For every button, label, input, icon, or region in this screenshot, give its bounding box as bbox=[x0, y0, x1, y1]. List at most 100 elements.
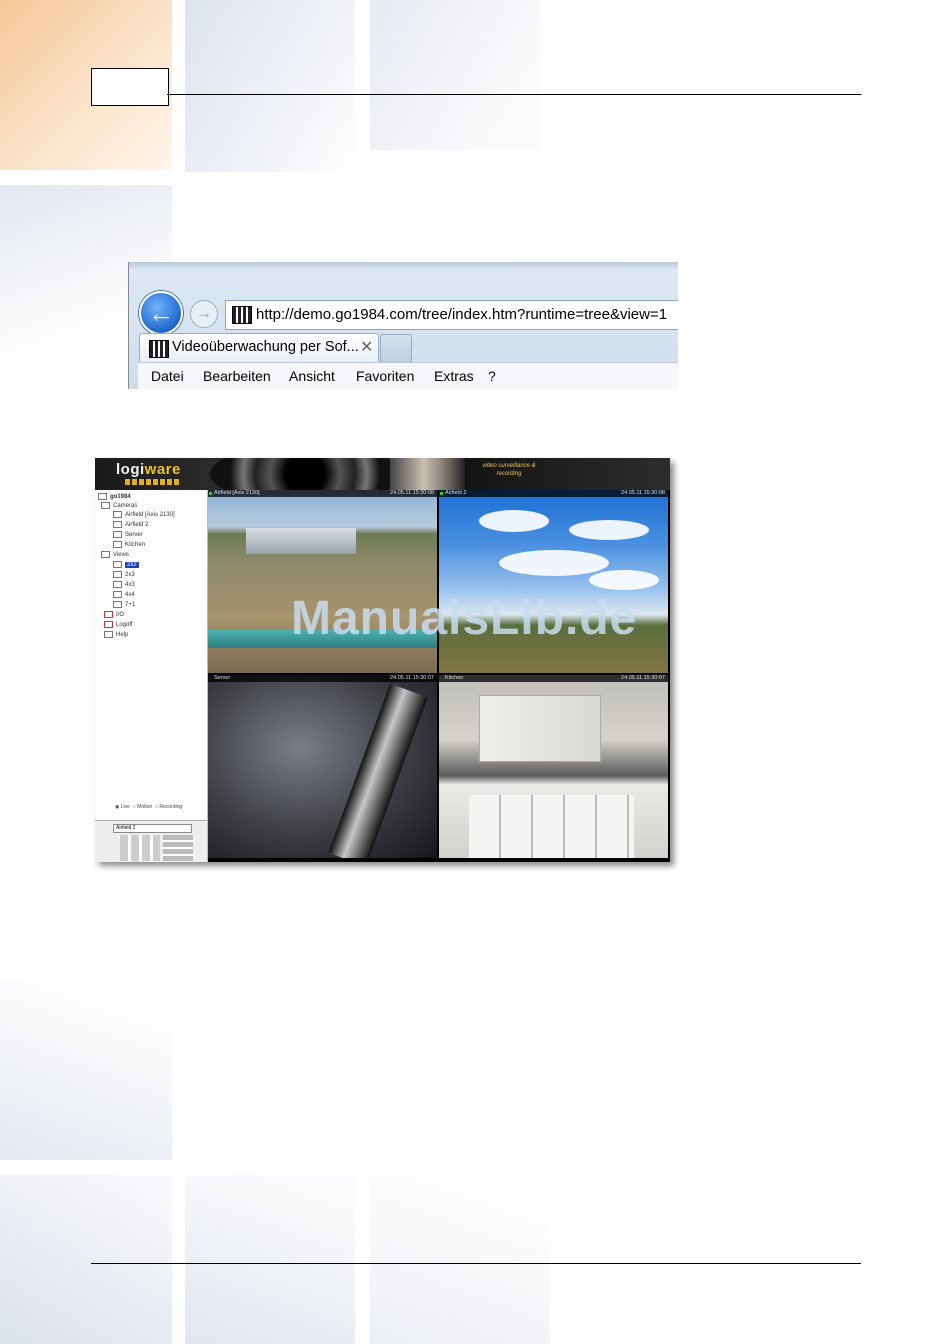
camera-timestamp: 24.05.11 15:30:08 bbox=[390, 490, 434, 496]
decor-block bbox=[0, 1175, 172, 1344]
camera-image bbox=[328, 683, 428, 858]
header-rule bbox=[167, 94, 861, 95]
decor-block bbox=[0, 980, 172, 1160]
app-header: logiware video surveillance & recording bbox=[95, 458, 670, 504]
cloud-image bbox=[499, 550, 609, 576]
ptz-direction-pad[interactable] bbox=[120, 835, 160, 861]
tree-help-item[interactable]: Help bbox=[104, 631, 128, 638]
tree-camera-item[interactable]: Airfield [Axis 2130] bbox=[113, 511, 175, 518]
back-button[interactable]: ← bbox=[139, 291, 183, 335]
tree-logoff-item[interactable]: Logoff bbox=[104, 621, 133, 628]
camera-image bbox=[246, 528, 356, 554]
io-icon bbox=[104, 611, 113, 618]
camera-icon bbox=[113, 521, 122, 528]
arrow-right-icon: → bbox=[196, 305, 212, 322]
page-number-box bbox=[91, 68, 169, 106]
camera-icon bbox=[113, 511, 122, 518]
tree-io-item[interactable]: I/O bbox=[104, 611, 124, 618]
decor-block bbox=[370, 0, 540, 150]
watermark-text: ManualsLib.de bbox=[291, 592, 638, 645]
live-indicator-icon bbox=[440, 492, 443, 495]
address-bar[interactable]: http://demo.go1984.com/tree/index.htm?ru… bbox=[225, 300, 678, 330]
tree-camera-item[interactable]: Server bbox=[113, 531, 143, 538]
browser-tab[interactable]: Videoüberwachung per Sof... ✕ bbox=[139, 333, 379, 362]
mode-radio-group: ◉ Live ○ Motion ○ Recording bbox=[115, 804, 182, 810]
tree-view-item[interactable]: 7+1 bbox=[113, 601, 135, 608]
ptz-panel: Airfield 2 bbox=[95, 820, 207, 862]
radio-recording[interactable]: ○ Recording bbox=[155, 804, 182, 810]
app-tagline: video surveillance & recording bbox=[482, 463, 536, 477]
radio-motion[interactable]: ○ Motion bbox=[133, 804, 152, 810]
tree-view-item[interactable]: 4x4 bbox=[113, 591, 135, 598]
ptz-preset-grid[interactable] bbox=[163, 835, 193, 861]
menu-item-datei[interactable]: Datei bbox=[151, 368, 184, 384]
camera-name: Airfield 2 bbox=[445, 490, 467, 496]
decor-block bbox=[185, 1175, 355, 1344]
camera-name: Kitchen bbox=[445, 675, 464, 681]
decor-block bbox=[370, 1175, 550, 1344]
browser-screenshot: ← → http://demo.go1984.com/tree/index.ht… bbox=[128, 262, 678, 389]
tree-cameras-group[interactable]: Cameras bbox=[101, 502, 137, 509]
cloud-image bbox=[569, 520, 649, 540]
camera-label-bar: Airfield 2 24.05.11 15:30:08 bbox=[439, 490, 668, 497]
cloud-image bbox=[589, 570, 659, 590]
footer-rule bbox=[91, 1263, 861, 1264]
camera-image bbox=[479, 695, 601, 762]
menu-item-bearbeiten[interactable]: Bearbeiten bbox=[203, 368, 271, 384]
camera-icon bbox=[113, 531, 122, 538]
menu-item-ansicht[interactable]: Ansicht bbox=[289, 368, 335, 384]
menu-item-favoriten[interactable]: Favoriten bbox=[356, 368, 414, 384]
logiware-logo: logiware bbox=[116, 461, 181, 478]
browser-titlebar bbox=[129, 262, 678, 270]
new-tab-button[interactable] bbox=[380, 334, 412, 362]
server-icon bbox=[98, 493, 107, 500]
camera-name: Server bbox=[214, 675, 231, 681]
grid-view-icon bbox=[113, 601, 122, 608]
grid-view-icon bbox=[113, 561, 122, 568]
film-clapper-icon bbox=[232, 306, 252, 324]
camera-group-icon bbox=[101, 502, 110, 509]
close-icon[interactable]: ✕ bbox=[360, 337, 373, 357]
cloud-image bbox=[479, 510, 549, 532]
tree-root[interactable]: go1984 bbox=[98, 493, 131, 500]
menu-bar: Datei Bearbeiten Ansicht Favoriten Extra… bbox=[138, 362, 678, 389]
camera-tile[interactable]: Kitchen 24.05.11 15:30:07 bbox=[439, 675, 668, 858]
camera-label-bar: Airfield [Axis 2130] 24.05.11 15:30:08 bbox=[208, 490, 437, 497]
tree-views-group[interactable]: Views bbox=[101, 551, 129, 558]
arrow-left-icon: ← bbox=[148, 298, 174, 328]
logoff-icon bbox=[104, 621, 113, 628]
ptz-camera-select[interactable]: Airfield 2 bbox=[113, 824, 192, 833]
tree-view-item[interactable]: 2x2 bbox=[113, 561, 139, 569]
camera-timestamp: 24.05.11 15:30:08 bbox=[621, 490, 665, 496]
radio-live[interactable]: ◉ Live bbox=[115, 804, 130, 810]
tab-title: Videoüberwachung per Sof... bbox=[172, 339, 359, 355]
camera-grid: Airfield [Axis 2130] 24.05.11 15:30:08 A… bbox=[208, 490, 670, 862]
menu-item-help[interactable]: ? bbox=[488, 368, 496, 384]
tree-camera-item[interactable]: Kitchen bbox=[113, 541, 145, 548]
grid-view-icon bbox=[113, 571, 122, 578]
eye-image bbox=[390, 458, 465, 490]
tree-view-item[interactable]: 4x3 bbox=[113, 581, 135, 588]
live-indicator-icon bbox=[209, 492, 212, 495]
tree-camera-item[interactable]: Airfield 2 bbox=[113, 521, 148, 528]
camera-label-bar: Kitchen 24.05.11 15:30:07 bbox=[439, 675, 668, 682]
logo-grid-icon bbox=[125, 479, 180, 485]
surveillance-app-screenshot: logiware video surveillance & recording … bbox=[95, 458, 670, 862]
menu-item-extras[interactable]: Extras bbox=[434, 368, 474, 384]
camera-tile[interactable]: Server 24.05.11 15:30:07 bbox=[208, 675, 437, 858]
camera-image bbox=[469, 795, 634, 858]
camera-label-bar: Server 24.05.11 15:30:07 bbox=[208, 675, 437, 682]
views-group-icon bbox=[101, 551, 110, 558]
help-icon bbox=[104, 631, 113, 638]
forward-button[interactable]: → bbox=[190, 300, 218, 328]
camera-timestamp: 24.05.11 15:30:07 bbox=[390, 675, 434, 681]
film-clapper-icon bbox=[149, 340, 169, 358]
sidebar-tree: go1984 Cameras Airfield [Axis 2130] Airf… bbox=[95, 490, 208, 862]
camera-timestamp: 24.05.11 15:30:07 bbox=[621, 675, 665, 681]
grid-view-icon bbox=[113, 591, 122, 598]
camera-icon bbox=[113, 541, 122, 548]
grid-view-icon bbox=[113, 581, 122, 588]
camera-name: Airfield [Axis 2130] bbox=[214, 490, 260, 496]
tree-view-item[interactable]: 2x3 bbox=[113, 571, 135, 578]
decor-block bbox=[185, 0, 355, 172]
